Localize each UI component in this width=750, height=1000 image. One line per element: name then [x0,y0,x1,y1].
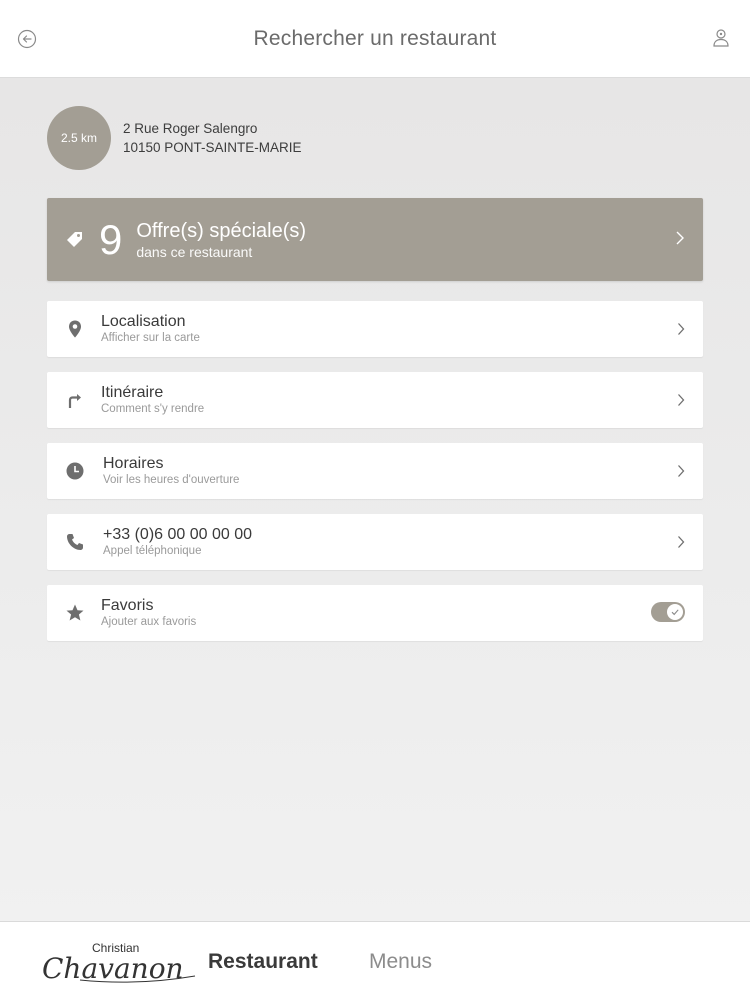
location-label: Localisation [101,313,186,330]
address-lines: 2 Rue Roger Salengro 10150 PONT-SAINTE-M… [123,119,302,157]
phone-sublabel: Appel téléphonique [103,545,202,557]
chavanon-logo: Christian Chavanon [42,941,196,985]
offers-sublabel: dans ce restaurant [136,243,253,260]
address-city: 10150 PONT-SAINTE-MARIE [123,140,302,155]
favorites-row: Favoris Ajouter aux favoris [47,585,703,641]
location-row[interactable]: Localisation Afficher sur la carte [47,301,703,357]
chevron-right-icon [678,323,685,335]
hours-texts: Horaires Voir les heures d'ouverture [103,454,239,487]
phone-label: +33 (0)6 00 00 00 00 [103,526,253,543]
phone-texts: +33 (0)6 00 00 00 00 Appel téléphonique [103,525,252,558]
favorites-toggle[interactable] [651,602,685,622]
chevron-right-icon [678,465,685,477]
tab-menus[interactable]: Menus [369,950,432,974]
offers-count: 9 [99,215,123,263]
address-street: 2 Rue Roger Salengro [123,121,258,136]
chevron-right-icon [678,394,685,406]
itinerary-sublabel: Comment s'y rendre [101,403,205,415]
phone-row[interactable]: +33 (0)6 00 00 00 00 Appel téléphonique [47,514,703,570]
back-arrow-icon [17,29,37,49]
hours-sublabel: Voir les heures d'ouverture [103,474,240,486]
user-location-icon [713,29,729,47]
restaurant-address: 2.5 km 2 Rue Roger Salengro 10150 PONT-S… [47,106,302,170]
hours-row[interactable]: Horaires Voir les heures d'ouverture [47,443,703,499]
phone-icon [67,534,83,550]
user-location-button[interactable] [710,27,732,49]
chevron-right-icon [676,231,684,245]
favorites-texts: Favoris Ajouter aux favoris [101,596,196,629]
toggle-knob [667,604,683,620]
itinerary-row[interactable]: Itinéraire Comment s'y rendre [47,372,703,428]
tab-restaurant[interactable]: Restaurant [208,950,318,974]
special-offers-banner[interactable]: 9 Offre(s) spéciale(s) dans ce restauran… [47,198,703,281]
chevron-right-icon [678,536,685,548]
star-icon [66,604,84,621]
top-bar: Rechercher un restaurant [0,0,750,78]
back-button[interactable] [16,28,38,50]
clock-icon [66,462,84,480]
favorites-label: Favoris [101,597,154,614]
location-texts: Localisation Afficher sur la carte [101,312,200,345]
location-sublabel: Afficher sur la carte [101,332,200,344]
checkmark-icon [671,609,679,616]
distance-badge: 2.5 km [47,106,111,170]
hours-label: Horaires [103,455,164,472]
bottom-tab-bar: Christian Chavanon Restaurant Menus [0,921,750,1000]
page-title: Rechercher un restaurant [253,26,497,50]
itinerary-label: Itinéraire [101,384,164,401]
location-pin-icon [69,320,81,338]
itinerary-texts: Itinéraire Comment s'y rendre [101,383,204,416]
favorites-sublabel: Ajouter aux favoris [101,616,197,628]
offers-texts: Offre(s) spéciale(s) dans ce restaurant [136,219,306,261]
tag-icon [67,231,82,247]
turn-right-icon [68,394,81,408]
offers-label: Offre(s) spéciale(s) [136,219,307,242]
